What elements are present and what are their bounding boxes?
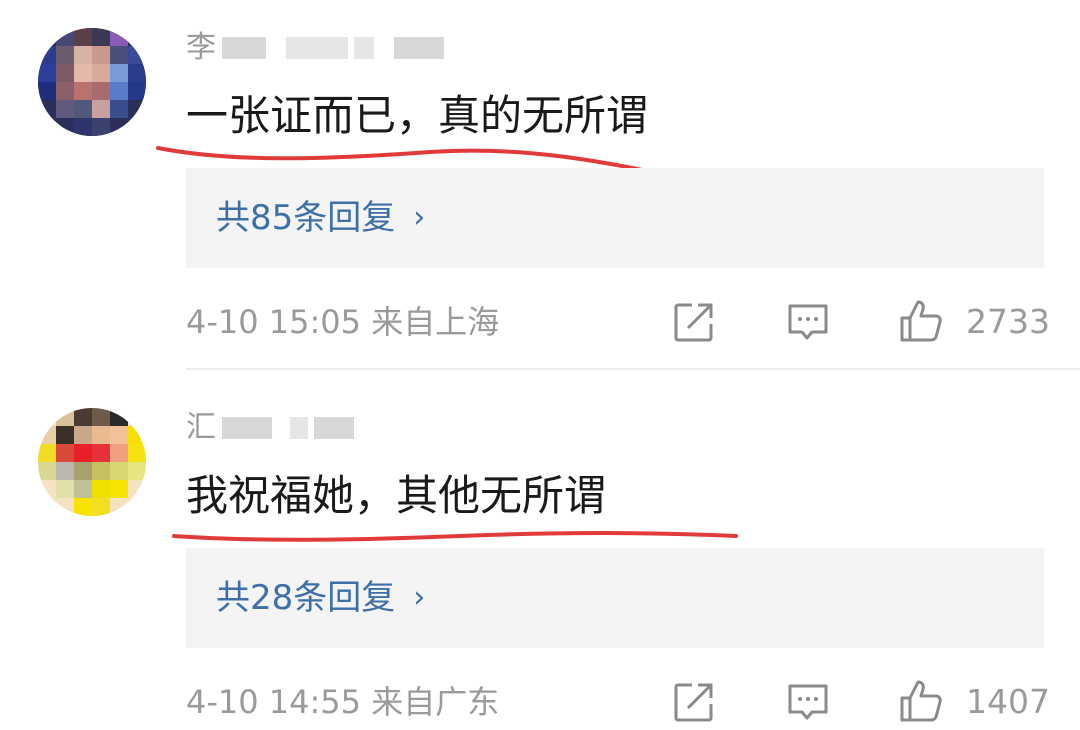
replies-count-label: 共85条回复 xyxy=(216,198,396,238)
username-redacted xyxy=(354,37,374,59)
username-redacted xyxy=(286,37,348,59)
view-replies-link[interactable]: 共28条回复 › xyxy=(216,548,425,648)
comment-icon xyxy=(788,304,828,340)
share-icon xyxy=(674,683,713,722)
like-button[interactable]: 2733 xyxy=(898,296,1050,346)
comment-item: 李 一张证而已，真的无所谓 共85条回复 › 4-10 15:05 来自上海 2… xyxy=(0,0,1080,370)
like-count: 2733 xyxy=(966,301,1050,341)
like-count: 1407 xyxy=(966,681,1050,721)
username-redacted xyxy=(222,37,266,59)
like-icon xyxy=(900,300,942,342)
username-first-char: 李 xyxy=(186,30,216,65)
reply-box[interactable]: 共28条回复 › xyxy=(186,548,1044,648)
share-icon xyxy=(674,303,713,342)
avatar[interactable] xyxy=(38,408,146,516)
username[interactable]: 汇 xyxy=(186,408,354,448)
username[interactable]: 李 xyxy=(186,28,444,68)
chevron-right-icon: › xyxy=(413,580,426,615)
comment-button[interactable] xyxy=(786,677,830,727)
reply-box[interactable]: 共85条回复 › xyxy=(186,168,1044,268)
like-icon xyxy=(900,680,942,722)
username-redacted xyxy=(290,417,308,439)
username-redacted xyxy=(394,37,444,59)
username-first-char: 汇 xyxy=(186,410,216,445)
chevron-right-icon: › xyxy=(413,200,426,235)
comment-icon xyxy=(788,684,828,720)
comment-text: 一张证而已，真的无所谓 xyxy=(186,91,649,140)
username-redacted xyxy=(314,417,354,439)
comment-meta: 4-10 15:05 来自上海 xyxy=(186,303,500,341)
comment-text: 我祝福她，其他无所谓 xyxy=(186,471,607,520)
comment-button[interactable] xyxy=(786,297,830,347)
comment-meta: 4-10 14:55 来自广东 xyxy=(186,683,500,721)
comment-item: 汇 我祝福她，其他无所谓 共28条回复 › 4-10 14:55 来自广东 14… xyxy=(0,370,1080,730)
share-button[interactable] xyxy=(672,297,716,347)
like-button[interactable]: 1407 xyxy=(898,676,1050,726)
avatar[interactable] xyxy=(38,28,146,136)
username-redacted xyxy=(222,417,272,439)
view-replies-link[interactable]: 共85条回复 › xyxy=(216,168,425,268)
replies-count-label: 共28条回复 xyxy=(216,578,396,618)
share-button[interactable] xyxy=(672,677,716,727)
